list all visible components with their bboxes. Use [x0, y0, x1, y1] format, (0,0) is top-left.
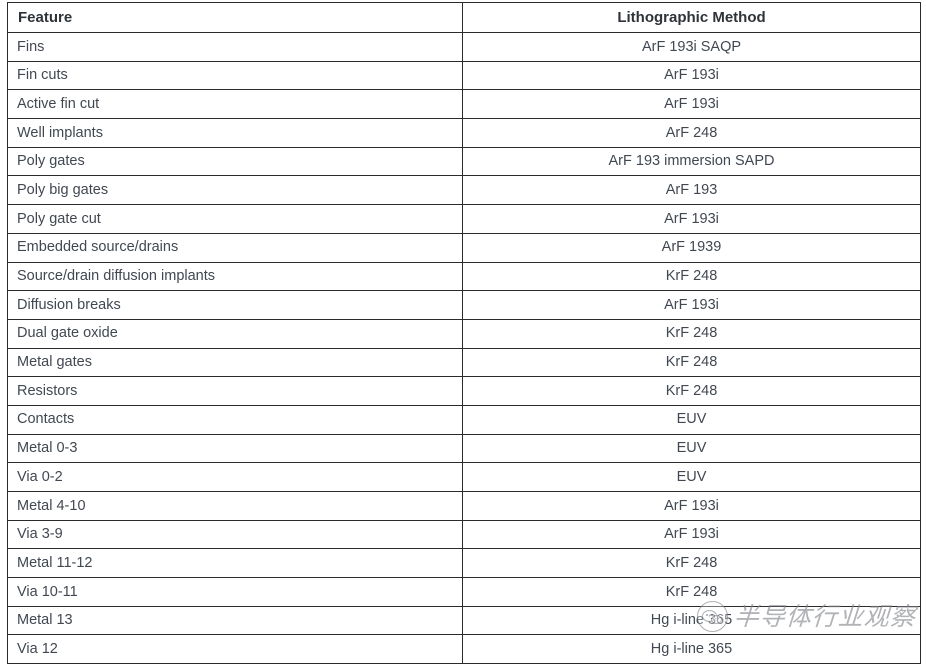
- table-row: Poly big gates ArF 193: [7, 175, 921, 206]
- cell-lithographic-method: EUV: [462, 462, 921, 492]
- cell-lithographic-method: KrF 248: [462, 548, 921, 579]
- cell-feature: Via 12: [7, 634, 463, 665]
- cell-lithographic-method: ArF 193 immersion SAPD: [462, 146, 921, 177]
- cell-feature: Source/drain diffusion implants: [7, 261, 463, 292]
- cell-feature: Poly big gates: [7, 175, 463, 206]
- table-row: Metal 0-3 EUV: [7, 433, 921, 464]
- cell-feature: Dual gate oxide: [7, 318, 463, 349]
- cell-lithographic-method: KrF 248: [462, 577, 921, 607]
- table-row: Metal 13 Hg i-line 365: [7, 605, 921, 636]
- cell-feature: Diffusion breaks: [7, 290, 463, 320]
- table-body: Fins ArF 193i SAQP Fin cuts ArF 193i Active …: [7, 32, 921, 665]
- cell-lithographic-method: ArF 1939: [462, 232, 921, 263]
- cell-feature: Embedded source/drains: [7, 232, 463, 263]
- table-header-row: Feature Lithographic Method: [7, 2, 921, 33]
- table-row: Fins ArF 193i SAQP: [7, 32, 921, 62]
- table-row: Diffusion breaks ArF 193i: [7, 290, 921, 320]
- cell-feature: Active fin cut: [7, 89, 463, 120]
- table-row: Poly gate cut ArF 193i: [7, 204, 921, 234]
- cell-lithographic-method: ArF 248: [462, 118, 921, 148]
- table-row: Via 12 Hg i-line 365: [7, 634, 921, 665]
- lithographic-method-table-container: Feature Lithographic Method Fins ArF 193i…: [7, 2, 921, 665]
- cell-lithographic-method: KrF 248: [462, 318, 921, 349]
- cell-feature: Poly gates: [7, 146, 463, 177]
- cell-lithographic-method: ArF 193i: [462, 204, 921, 234]
- cell-lithographic-method: ArF 193: [462, 175, 921, 206]
- table-row: Source/drain diffusion implants KrF 248: [7, 261, 921, 292]
- column-header-lithographic-method: Lithographic Method: [462, 2, 921, 33]
- cell-feature: Well implants: [7, 118, 463, 148]
- cell-lithographic-method: ArF 193i: [462, 519, 921, 550]
- cell-feature: Contacts: [7, 404, 463, 435]
- cell-feature: Poly gate cut: [7, 204, 463, 234]
- table-row: Resistors KrF 248: [7, 376, 921, 406]
- cell-lithographic-method: ArF 193i SAQP: [462, 32, 921, 62]
- table-row: Via 10-11 KrF 248: [7, 577, 921, 607]
- cell-feature: Via 0-2: [7, 462, 463, 492]
- cell-feature: Via 10-11: [7, 577, 463, 607]
- column-header-feature: Feature: [7, 2, 463, 33]
- cell-lithographic-method: Hg i-line 365: [462, 605, 921, 636]
- lithographic-method-table: Feature Lithographic Method Fins ArF 193i…: [7, 2, 921, 665]
- table-row: Metal gates KrF 248: [7, 347, 921, 378]
- cell-feature: Metal 0-3: [7, 433, 463, 464]
- cell-feature: Fins: [7, 32, 463, 62]
- cell-lithographic-method: ArF 193i: [462, 290, 921, 320]
- cell-feature: Via 3-9: [7, 519, 463, 550]
- cell-feature: Resistors: [7, 376, 463, 406]
- cell-lithographic-method: KrF 248: [462, 376, 921, 406]
- table-header: Feature Lithographic Method: [7, 2, 921, 33]
- cell-feature: Metal 11-12: [7, 548, 463, 579]
- cell-feature: Metal 4-10: [7, 491, 463, 521]
- table-row: Via 0-2 EUV: [7, 462, 921, 492]
- table-row: Dual gate oxide KrF 248: [7, 318, 921, 349]
- table-row: Poly gates ArF 193 immersion SAPD: [7, 146, 921, 177]
- cell-lithographic-method: ArF 193i: [462, 60, 921, 91]
- cell-feature: Fin cuts: [7, 60, 463, 91]
- cell-lithographic-method: KrF 248: [462, 347, 921, 378]
- table-row: Well implants ArF 248: [7, 118, 921, 148]
- cell-feature: Metal 13: [7, 605, 463, 636]
- cell-lithographic-method: ArF 193i: [462, 491, 921, 521]
- table-row: Metal 11-12 KrF 248: [7, 548, 921, 579]
- cell-lithographic-method: Hg i-line 365: [462, 634, 921, 665]
- cell-lithographic-method: KrF 248: [462, 261, 921, 292]
- table-row: Via 3-9 ArF 193i: [7, 519, 921, 550]
- table-row: Contacts EUV: [7, 404, 921, 435]
- table-row: Active fin cut ArF 193i: [7, 89, 921, 120]
- cell-feature: Metal gates: [7, 347, 463, 378]
- cell-lithographic-method: ArF 193i: [462, 89, 921, 120]
- table-row: Metal 4-10 ArF 193i: [7, 491, 921, 521]
- cell-lithographic-method: EUV: [462, 433, 921, 464]
- cell-lithographic-method: EUV: [462, 404, 921, 435]
- table-row: Fin cuts ArF 193i: [7, 60, 921, 91]
- table-row: Embedded source/drains ArF 1939: [7, 232, 921, 263]
